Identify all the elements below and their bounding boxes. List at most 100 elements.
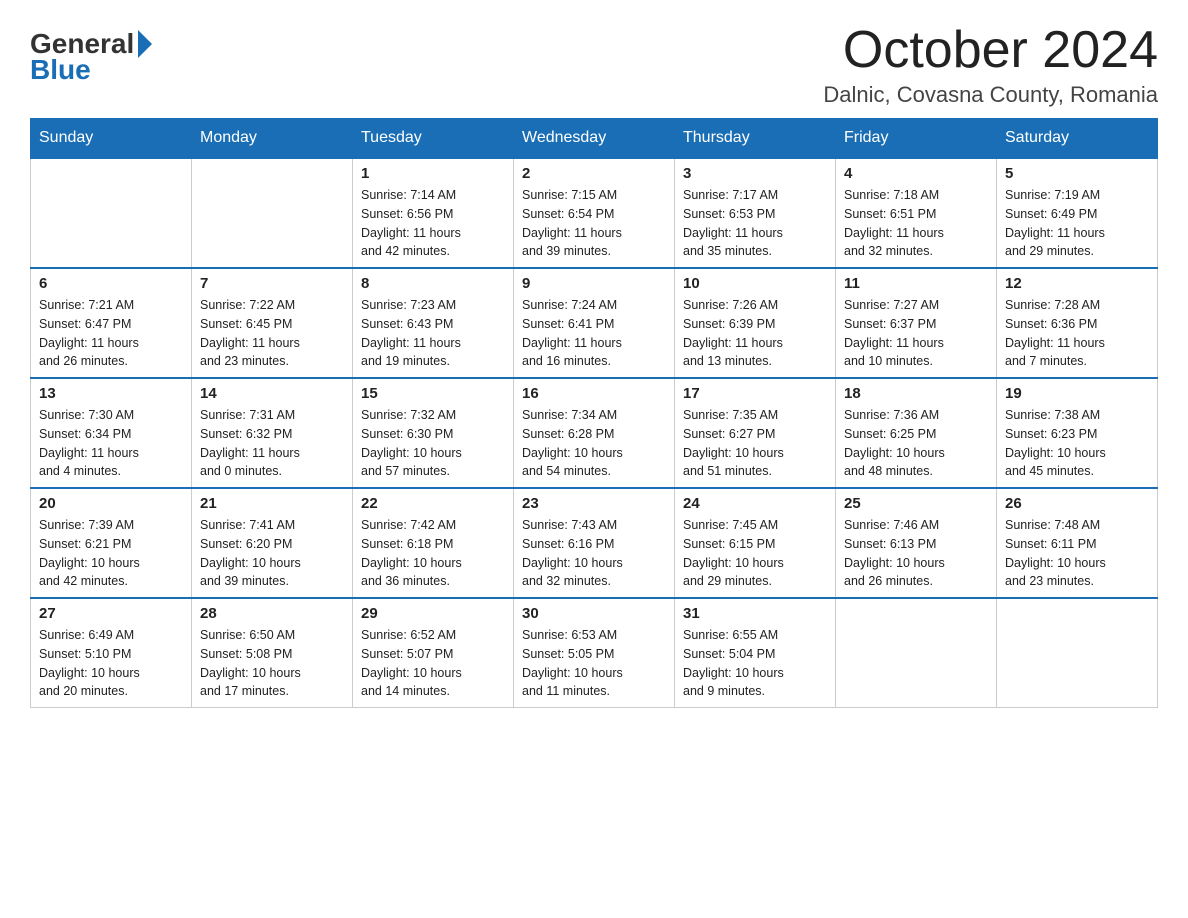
table-row: 20 Sunrise: 7:39 AM Sunset: 6:21 PM Dayli… [31, 488, 192, 598]
day-number: 25 [844, 495, 988, 512]
day-number: 12 [1005, 275, 1149, 292]
day-number: 16 [522, 385, 666, 402]
day-info: Sunrise: 7:19 AM Sunset: 6:49 PM Dayligh… [1005, 186, 1149, 261]
day-info: Sunrise: 7:18 AM Sunset: 6:51 PM Dayligh… [844, 186, 988, 261]
day-number: 30 [522, 605, 666, 622]
day-number: 8 [361, 275, 505, 292]
day-number: 23 [522, 495, 666, 512]
table-row: 21 Sunrise: 7:41 AM Sunset: 6:20 PM Dayli… [192, 488, 353, 598]
day-number: 2 [522, 165, 666, 182]
calendar-subtitle: Dalnic, Covasna County, Romania [823, 82, 1158, 108]
logo-blue: Blue [30, 56, 91, 84]
table-row: 13 Sunrise: 7:30 AM Sunset: 6:34 PM Dayli… [31, 378, 192, 488]
day-info: Sunrise: 7:14 AM Sunset: 6:56 PM Dayligh… [361, 186, 505, 261]
table-row: 7 Sunrise: 7:22 AM Sunset: 6:45 PM Daylig… [192, 268, 353, 378]
day-number: 20 [39, 495, 183, 512]
table-row: 17 Sunrise: 7:35 AM Sunset: 6:27 PM Dayli… [675, 378, 836, 488]
day-number: 28 [200, 605, 344, 622]
table-row: 11 Sunrise: 7:27 AM Sunset: 6:37 PM Dayli… [836, 268, 997, 378]
day-info: Sunrise: 7:23 AM Sunset: 6:43 PM Dayligh… [361, 296, 505, 371]
day-number: 21 [200, 495, 344, 512]
table-row: 12Sunrise: 7:28 AM Sunset: 6:36 PM Dayli… [997, 268, 1158, 378]
logo-arrow-icon [138, 30, 152, 58]
table-row: 30 Sunrise: 6:53 AM Sunset: 5:05 PM Dayli… [514, 598, 675, 708]
day-info: Sunrise: 7:21 AM Sunset: 6:47 PM Dayligh… [39, 296, 183, 371]
day-info: Sunrise: 6:53 AM Sunset: 5:05 PM Dayligh… [522, 626, 666, 701]
table-row [31, 158, 192, 268]
day-info: Sunrise: 7:30 AM Sunset: 6:34 PM Dayligh… [39, 406, 183, 481]
day-info: Sunrise: 7:35 AM Sunset: 6:27 PM Dayligh… [683, 406, 827, 481]
col-monday: Monday [192, 119, 353, 159]
table-row: 31Sunrise: 6:55 AM Sunset: 5:04 PM Dayli… [675, 598, 836, 708]
day-info: Sunrise: 7:24 AM Sunset: 6:41 PM Dayligh… [522, 296, 666, 371]
col-thursday: Thursday [675, 119, 836, 159]
day-number: 1 [361, 165, 505, 182]
table-row: 27Sunrise: 6:49 AM Sunset: 5:10 PM Dayli… [31, 598, 192, 708]
table-row: 4 Sunrise: 7:18 AM Sunset: 6:51 PM Daylig… [836, 158, 997, 268]
table-row: 9 Sunrise: 7:24 AM Sunset: 6:41 PM Daylig… [514, 268, 675, 378]
day-info: Sunrise: 7:27 AM Sunset: 6:37 PM Dayligh… [844, 296, 988, 371]
day-number: 27 [39, 605, 183, 622]
logo: GeneralBlue [30, 30, 152, 84]
day-info: Sunrise: 7:38 AM Sunset: 6:23 PM Dayligh… [1005, 406, 1149, 481]
day-number: 3 [683, 165, 827, 182]
col-tuesday: Tuesday [353, 119, 514, 159]
day-number: 17 [683, 385, 827, 402]
day-number: 11 [844, 275, 988, 292]
day-info: Sunrise: 7:46 AM Sunset: 6:13 PM Dayligh… [844, 516, 988, 591]
day-info: Sunrise: 6:52 AM Sunset: 5:07 PM Dayligh… [361, 626, 505, 701]
day-number: 19 [1005, 385, 1149, 402]
day-info: Sunrise: 7:26 AM Sunset: 6:39 PM Dayligh… [683, 296, 827, 371]
table-row: 14 Sunrise: 7:31 AM Sunset: 6:32 PM Dayli… [192, 378, 353, 488]
calendar-week-row: 13 Sunrise: 7:30 AM Sunset: 6:34 PM Dayli… [31, 378, 1158, 488]
calendar-table: Sunday Monday Tuesday Wednesday Thursday… [30, 118, 1158, 708]
day-info: Sunrise: 7:39 AM Sunset: 6:21 PM Dayligh… [39, 516, 183, 591]
day-number: 29 [361, 605, 505, 622]
col-wednesday: Wednesday [514, 119, 675, 159]
day-number: 22 [361, 495, 505, 512]
day-info: Sunrise: 7:32 AM Sunset: 6:30 PM Dayligh… [361, 406, 505, 481]
day-info: Sunrise: 7:15 AM Sunset: 6:54 PM Dayligh… [522, 186, 666, 261]
table-row: 6 Sunrise: 7:21 AM Sunset: 6:47 PM Daylig… [31, 268, 192, 378]
calendar-week-row: 1 Sunrise: 7:14 AM Sunset: 6:56 PM Daylig… [31, 158, 1158, 268]
day-info: Sunrise: 7:34 AM Sunset: 6:28 PM Dayligh… [522, 406, 666, 481]
table-row: 25 Sunrise: 7:46 AM Sunset: 6:13 PM Dayli… [836, 488, 997, 598]
day-info: Sunrise: 7:45 AM Sunset: 6:15 PM Dayligh… [683, 516, 827, 591]
table-row: 18Sunrise: 7:36 AM Sunset: 6:25 PM Dayli… [836, 378, 997, 488]
day-number: 13 [39, 385, 183, 402]
table-row [192, 158, 353, 268]
table-row: 3 Sunrise: 7:17 AM Sunset: 6:53 PM Daylig… [675, 158, 836, 268]
table-row: 24 Sunrise: 7:45 AM Sunset: 6:15 PM Dayli… [675, 488, 836, 598]
col-sunday: Sunday [31, 119, 192, 159]
day-number: 9 [522, 275, 666, 292]
table-row: 23 Sunrise: 7:43 AM Sunset: 6:16 PM Dayli… [514, 488, 675, 598]
calendar-week-row: 27Sunrise: 6:49 AM Sunset: 5:10 PM Dayli… [31, 598, 1158, 708]
table-row [836, 598, 997, 708]
calendar-week-row: 20 Sunrise: 7:39 AM Sunset: 6:21 PM Dayli… [31, 488, 1158, 598]
page-header: GeneralBlue October 2024 Dalnic, Covasna… [30, 20, 1158, 108]
calendar-header-row: Sunday Monday Tuesday Wednesday Thursday… [31, 119, 1158, 159]
day-number: 31 [683, 605, 827, 622]
table-row: 28Sunrise: 6:50 AM Sunset: 5:08 PM Dayli… [192, 598, 353, 708]
table-row: 2 Sunrise: 7:15 AM Sunset: 6:54 PM Daylig… [514, 158, 675, 268]
day-number: 7 [200, 275, 344, 292]
title-section: October 2024 Dalnic, Covasna County, Rom… [823, 20, 1158, 108]
day-info: Sunrise: 7:31 AM Sunset: 6:32 PM Dayligh… [200, 406, 344, 481]
day-number: 18 [844, 385, 988, 402]
day-number: 24 [683, 495, 827, 512]
table-row: 29 Sunrise: 6:52 AM Sunset: 5:07 PM Dayli… [353, 598, 514, 708]
table-row: 19 Sunrise: 7:38 AM Sunset: 6:23 PM Dayli… [997, 378, 1158, 488]
day-info: Sunrise: 7:41 AM Sunset: 6:20 PM Dayligh… [200, 516, 344, 591]
day-number: 4 [844, 165, 988, 182]
day-number: 6 [39, 275, 183, 292]
calendar-title: October 2024 [823, 20, 1158, 80]
table-row: 15Sunrise: 7:32 AM Sunset: 6:30 PM Dayli… [353, 378, 514, 488]
day-info: Sunrise: 7:42 AM Sunset: 6:18 PM Dayligh… [361, 516, 505, 591]
day-number: 5 [1005, 165, 1149, 182]
day-info: Sunrise: 7:48 AM Sunset: 6:11 PM Dayligh… [1005, 516, 1149, 591]
day-info: Sunrise: 7:43 AM Sunset: 6:16 PM Dayligh… [522, 516, 666, 591]
day-info: Sunrise: 7:22 AM Sunset: 6:45 PM Dayligh… [200, 296, 344, 371]
day-number: 14 [200, 385, 344, 402]
col-friday: Friday [836, 119, 997, 159]
day-info: Sunrise: 7:17 AM Sunset: 6:53 PM Dayligh… [683, 186, 827, 261]
